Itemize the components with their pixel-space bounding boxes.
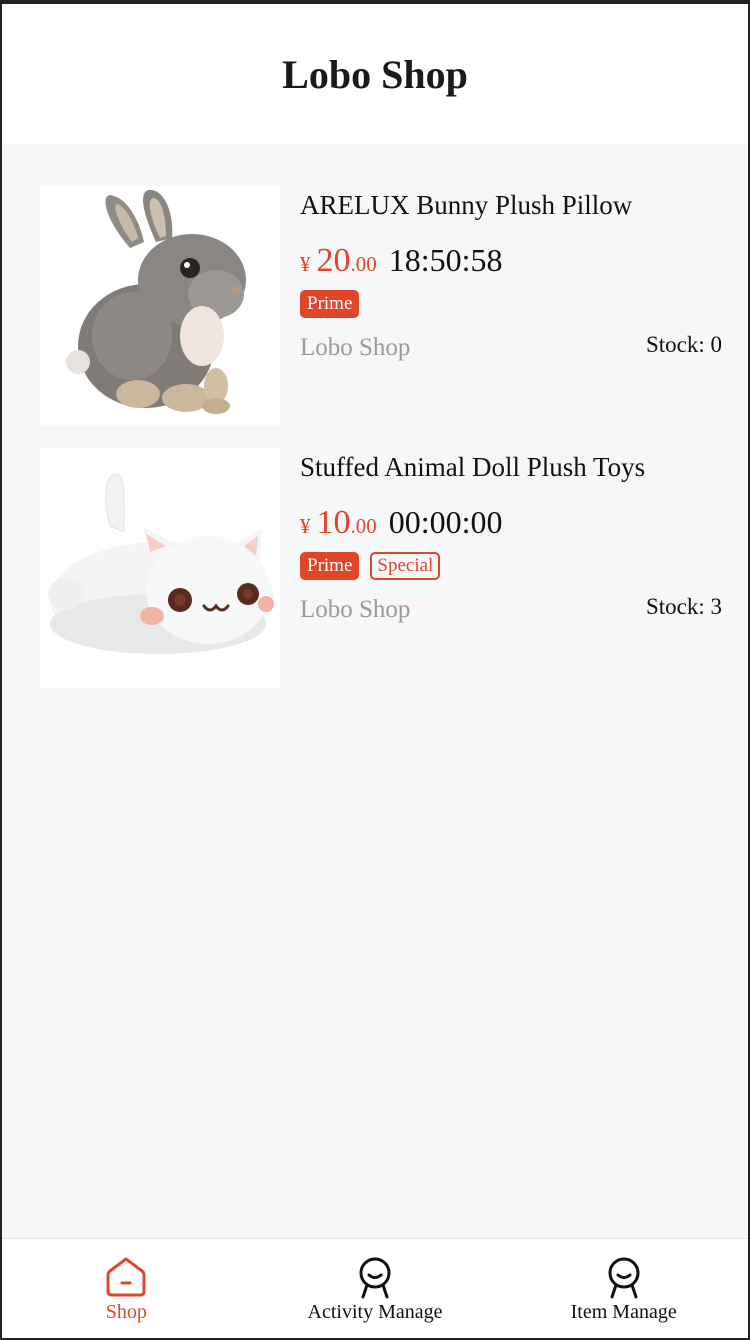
price-row: ¥ 20 .00 18:50:58	[300, 242, 503, 280]
special-tag: Special	[370, 552, 441, 580]
home-icon	[106, 1257, 146, 1297]
product-card[interactable]: ARELUX Bunny Plush Pillow ¥ 20 .00 18:50…	[40, 186, 730, 426]
stock-count: Stock: 3	[645, 594, 722, 619]
tab-shop[interactable]: Shop	[2, 1239, 251, 1338]
product-info: ARELUX Bunny Plush Pillow ¥ 20 .00 18:50…	[300, 186, 730, 426]
tab-item-manage[interactable]: Item Manage	[499, 1239, 748, 1338]
product-title[interactable]: Stuffed Animal Doll Plush Toys	[300, 452, 645, 483]
product-image-bunny[interactable]	[40, 186, 280, 426]
countdown-timer: 00:00:00	[388, 504, 503, 540]
bunny-plush-image	[40, 186, 280, 426]
product-info: Stuffed Animal Doll Plush Toys ¥ 10 .00 …	[300, 448, 730, 688]
countdown-timer: 18:50:58	[388, 242, 503, 278]
tab-label: Shop	[105, 1301, 147, 1323]
product-image-cat[interactable]	[40, 448, 280, 688]
tab-activity-manage[interactable]: Activity Manage	[251, 1239, 500, 1338]
tab-label: Activity Manage	[307, 1301, 443, 1323]
person-icon	[608, 1257, 640, 1299]
seller-name: Lobo Shop	[300, 596, 411, 623]
price-decimal: .00	[350, 514, 377, 538]
seller-name: Lobo Shop	[300, 334, 411, 361]
price-row: ¥ 10 .00 00:00:00	[300, 504, 503, 542]
stock-count: Stock: 0	[645, 332, 722, 357]
price-decimal: .00	[350, 252, 377, 276]
page-title: Lobo Shop	[282, 51, 468, 97]
currency-symbol: ¥	[300, 514, 311, 538]
tag-list: Prime Special	[300, 552, 441, 580]
price-integer: 20	[316, 242, 351, 279]
tag-list: Prime	[300, 290, 360, 318]
cat-plush-image	[40, 448, 280, 688]
prime-tag: Prime	[300, 290, 360, 318]
product-title[interactable]: ARELUX Bunny Plush Pillow	[300, 190, 632, 221]
product-card[interactable]: Stuffed Animal Doll Plush Toys ¥ 10 .00 …	[40, 448, 730, 688]
page-header: Lobo Shop	[2, 4, 748, 144]
app-frame: Lobo Shop ARELUX Bunny Plush Pillow ¥ 20…	[0, 0, 750, 1340]
currency-symbol: ¥	[300, 252, 311, 276]
prime-tag: Prime	[300, 552, 360, 580]
price-integer: 10	[316, 504, 351, 541]
person-icon	[359, 1257, 391, 1299]
tab-label: Item Manage	[570, 1301, 677, 1323]
bottom-tab-bar: Shop Activity Manage Item Manage	[2, 1238, 748, 1338]
